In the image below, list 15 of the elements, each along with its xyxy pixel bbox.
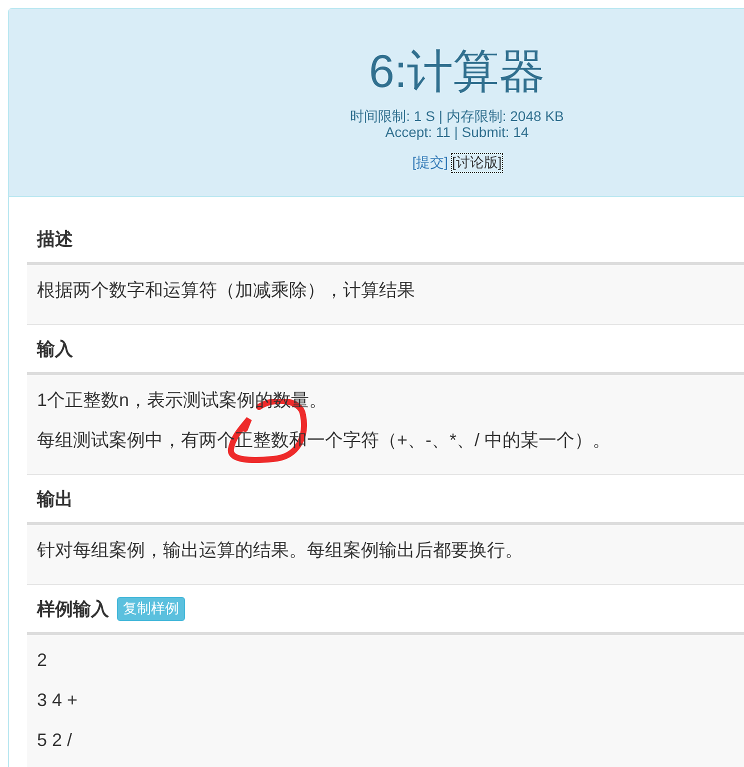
- section-heading: 描述: [37, 228, 73, 250]
- section-heading: 输出: [37, 488, 73, 510]
- limits-text: 时间限制: 1 S | 内存限制: 2048 KB: [350, 108, 564, 124]
- problem-title: 6:计算器: [368, 44, 546, 99]
- copy-sample-button[interactable]: 复制样例: [117, 596, 185, 620]
- section-text: 3 4 +: [37, 689, 79, 712]
- header-link[interactable]: [提交]: [412, 154, 448, 172]
- header-link[interactable]: [讨论版]: [452, 154, 502, 172]
- section-heading: 样例输入: [37, 598, 109, 620]
- stats-text: Accept: 11 | Submit: 14: [385, 124, 529, 140]
- section-text: 根据两个数字和运算符（加减乘除），计算结果: [37, 279, 416, 302]
- section-text: 针对每组案例，输出运算的结果。每组案例输出后都要换行。: [37, 539, 524, 562]
- section-text: 2: [37, 649, 48, 672]
- section-text: 5 2 /: [37, 729, 74, 752]
- section-heading: 输入: [37, 338, 73, 360]
